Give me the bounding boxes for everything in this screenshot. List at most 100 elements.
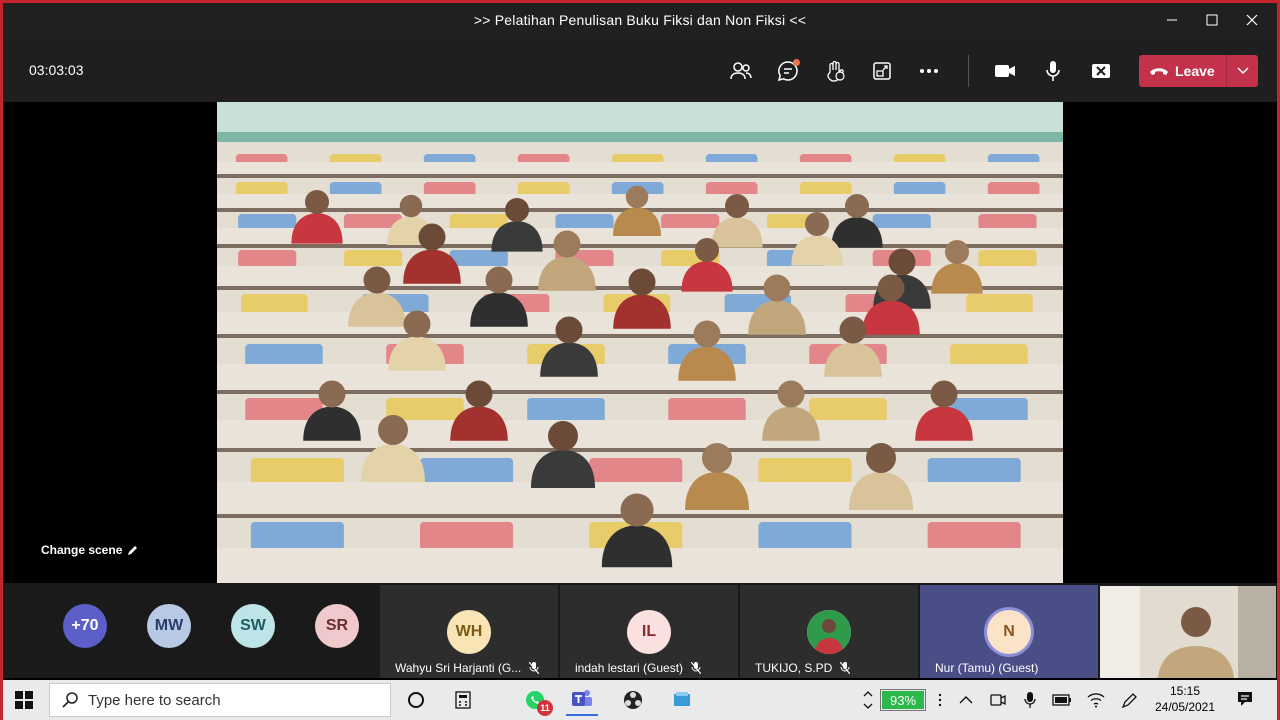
attendee-head xyxy=(805,212,829,236)
calculator-app-button[interactable] xyxy=(447,684,479,716)
participant-name-text: Nur (Tamu) (Guest) xyxy=(935,661,1039,675)
attendee-head xyxy=(378,415,408,445)
battery-percent: 93% xyxy=(889,692,917,708)
avatar-photo xyxy=(807,610,851,654)
attendee-head xyxy=(695,238,719,262)
microphone-toggle-button[interactable] xyxy=(1036,54,1070,88)
leave-label: Leave xyxy=(1175,63,1215,79)
microphone-tray-button[interactable] xyxy=(1020,690,1040,710)
participant-avatar-mw[interactable]: MW xyxy=(147,604,191,648)
overflow-count: +70 xyxy=(71,617,99,634)
wifi-icon xyxy=(1087,693,1105,708)
attendee-head xyxy=(628,268,656,296)
camera-toggle-button[interactable] xyxy=(988,54,1022,88)
participant-name: indah lestari (Guest) xyxy=(575,661,702,675)
auditorium-desk-edge xyxy=(217,174,1063,178)
participant-name-text: Wahyu Sri Harjanti (G... xyxy=(395,661,522,675)
attendee-head xyxy=(620,493,654,527)
avatar-initials: SR xyxy=(325,617,349,634)
obs-app-button[interactable] xyxy=(617,684,649,716)
auditorium-chair xyxy=(661,214,720,230)
start-button[interactable] xyxy=(0,680,48,720)
wifi-tray-button[interactable] xyxy=(1086,690,1106,710)
title-bar: >> Pelatihan Penulisan Buku Fiksi dan No… xyxy=(0,0,1280,40)
stop-sharing-button[interactable] xyxy=(1084,54,1118,88)
raise-hand-button[interactable] xyxy=(818,54,852,88)
auditorium-chair xyxy=(809,398,887,422)
battery-widget-arrow[interactable] xyxy=(858,690,878,710)
maximize-icon xyxy=(1206,14,1218,26)
participant-tile-wahyu[interactable]: WH Wahyu Sri Harjanti (G... xyxy=(380,585,558,678)
pen-tray-button[interactable] xyxy=(1120,690,1140,710)
participant-tile-tukijo[interactable]: TUKIJO, S.PD xyxy=(740,585,918,678)
notes-app-button[interactable] xyxy=(666,684,698,716)
attendee-head xyxy=(465,380,493,408)
raise-hand-icon xyxy=(827,60,845,82)
attendee-head xyxy=(555,316,583,344)
meet-now-tray-button[interactable] xyxy=(988,690,1008,710)
attendee-head xyxy=(725,194,749,218)
teams-app-button[interactable] xyxy=(566,684,598,716)
maximize-button[interactable] xyxy=(1192,0,1232,40)
together-mode-scene xyxy=(217,102,1063,583)
attendee-head xyxy=(877,274,905,302)
window-controls xyxy=(1152,0,1272,40)
auditorium-chair xyxy=(978,250,1037,268)
mic-muted-icon xyxy=(691,662,702,674)
search-icon xyxy=(62,692,78,708)
participant-name: TUKIJO, S.PD xyxy=(755,661,851,675)
participant-tile-nur[interactable]: N Nur (Tamu) (Guest) xyxy=(920,585,1098,678)
clock-date: 24/05/2021 xyxy=(1154,700,1216,714)
auditorium-chair xyxy=(241,294,308,314)
minimize-button[interactable] xyxy=(1152,0,1192,40)
meeting-timer: 03:03:03 xyxy=(29,62,84,78)
battery-widget[interactable]: 93% xyxy=(880,689,926,711)
self-view-image xyxy=(1100,586,1276,678)
show-conversation-button[interactable] xyxy=(771,54,805,88)
auditorium-chair xyxy=(238,250,297,268)
windows-taskbar: Type here to search 11 93% 15:15 24/05/2… xyxy=(0,680,1280,720)
more-participants-button[interactable]: +70 xyxy=(63,604,107,648)
taskbar-search-box[interactable]: Type here to search xyxy=(49,683,391,717)
share-tray-button[interactable] xyxy=(865,54,899,88)
task-view-icon xyxy=(408,692,424,708)
attendee-head xyxy=(625,185,649,209)
battery-tray-button[interactable] xyxy=(1052,690,1072,710)
people-icon xyxy=(730,62,752,80)
leave-button[interactable]: Leave xyxy=(1139,55,1258,87)
more-actions-button[interactable] xyxy=(912,54,946,88)
auditorium-chair xyxy=(799,182,852,196)
avatar-initials: IL xyxy=(641,623,657,640)
auditorium-chair xyxy=(927,458,1021,484)
participant-tile-indah[interactable]: IL indah lestari (Guest) xyxy=(560,585,738,678)
whatsapp-app-button[interactable]: 11 xyxy=(519,684,553,716)
auditorium-desk xyxy=(217,162,1063,176)
show-participants-button[interactable] xyxy=(724,54,758,88)
close-button[interactable] xyxy=(1232,0,1272,40)
participant-avatar-sw[interactable]: SW xyxy=(231,604,275,648)
meeting-title: >> Pelatihan Penulisan Buku Fiksi dan No… xyxy=(473,12,807,28)
auditorium-chair xyxy=(978,214,1037,230)
auditorium-chair xyxy=(329,182,382,196)
avatar-initials: WH xyxy=(455,623,483,640)
task-view-button[interactable] xyxy=(400,684,432,716)
action-center-button[interactable] xyxy=(1236,690,1254,713)
more-icon xyxy=(920,69,938,73)
mic-muted-icon xyxy=(529,662,540,674)
auditorium-chair xyxy=(927,522,1021,550)
attendee-head xyxy=(548,421,578,451)
leave-options-button[interactable] xyxy=(1226,55,1258,87)
participant-avatar-sr[interactable]: SR xyxy=(315,604,359,648)
taskbar-clock[interactable]: 15:15 24/05/2021 xyxy=(1150,683,1220,715)
auditorium-desk-edge xyxy=(217,448,1063,452)
show-hidden-icons-button[interactable] xyxy=(956,690,976,710)
auditorium-chair xyxy=(517,182,570,196)
attendee-head xyxy=(403,310,431,338)
microphone-icon xyxy=(1046,61,1060,81)
change-scene-button[interactable]: Change scene xyxy=(41,543,139,557)
participant-gallery: +70 MW SW SR WH Wahyu Sri Harjanti (G...… xyxy=(0,583,1280,678)
attendee-head xyxy=(693,320,721,348)
battery-widget-menu[interactable] xyxy=(930,690,950,710)
attendee-head xyxy=(399,194,423,218)
self-view-video[interactable] xyxy=(1100,586,1276,678)
